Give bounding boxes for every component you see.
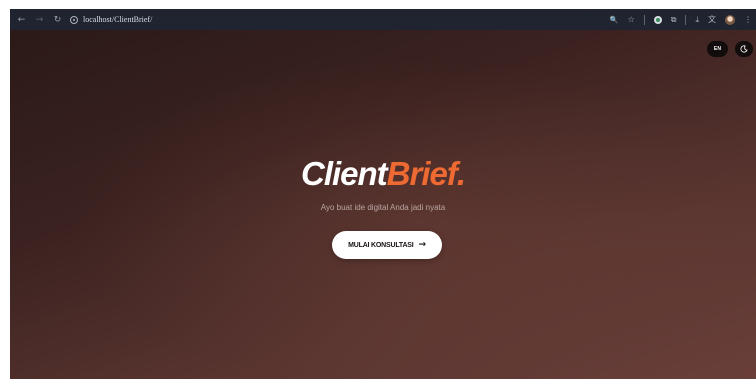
- brand-word-client: Client: [300, 155, 388, 192]
- page: ← → ↻ localhost/ClientBrief/ 🔍 ☆ ⧉ ⤓ 文 ⋮…: [0, 0, 756, 379]
- menu-icon[interactable]: ⋮: [744, 15, 752, 24]
- translate-icon[interactable]: 文: [708, 14, 716, 25]
- brand-logo: ClientBrief.: [10, 154, 756, 194]
- language-toggle-button[interactable]: EN: [707, 41, 728, 57]
- brand-word-brief: Brief.: [386, 155, 466, 192]
- toolbar-divider: [685, 14, 687, 25]
- extension-icon[interactable]: [653, 15, 662, 24]
- browser-tools: 🔍 ☆ ⧉ ⤓ 文 ⋮: [610, 9, 752, 30]
- site-info-icon[interactable]: [70, 15, 78, 24]
- profile-avatar[interactable]: [725, 14, 735, 25]
- forward-icon[interactable]: →: [35, 15, 44, 25]
- browser-nav: ← → ↻: [10, 15, 62, 25]
- zoom-icon[interactable]: 🔍: [610, 16, 619, 24]
- hero-tagline: Ayo buat ide digital Anda jadi nyata: [320, 203, 446, 212]
- start-consultation-button[interactable]: MULAI KONSULTASI →: [332, 231, 442, 259]
- browser-toolbar: ← → ↻ localhost/ClientBrief/ 🔍 ☆ ⧉ ⤓ 文 ⋮: [10, 9, 756, 30]
- cta-label: MULAI KONSULTASI: [348, 241, 414, 249]
- download-icon[interactable]: ⤓: [695, 15, 699, 25]
- back-icon[interactable]: ←: [17, 15, 26, 25]
- arrow-right-icon: →: [418, 240, 427, 250]
- theme-toggle-button[interactable]: [735, 41, 753, 57]
- puzzle-icon[interactable]: ⧉: [671, 15, 677, 25]
- toolbar-divider: [643, 14, 645, 25]
- moon-icon: [740, 45, 748, 53]
- reload-icon[interactable]: ↻: [53, 15, 62, 25]
- address-bar[interactable]: localhost/ClientBrief/: [70, 12, 590, 27]
- star-icon[interactable]: ☆: [628, 15, 635, 24]
- hero-section: EN ClientBrief. Ayo buat ide digital And…: [10, 30, 756, 379]
- url-text[interactable]: localhost/ClientBrief/: [83, 15, 152, 24]
